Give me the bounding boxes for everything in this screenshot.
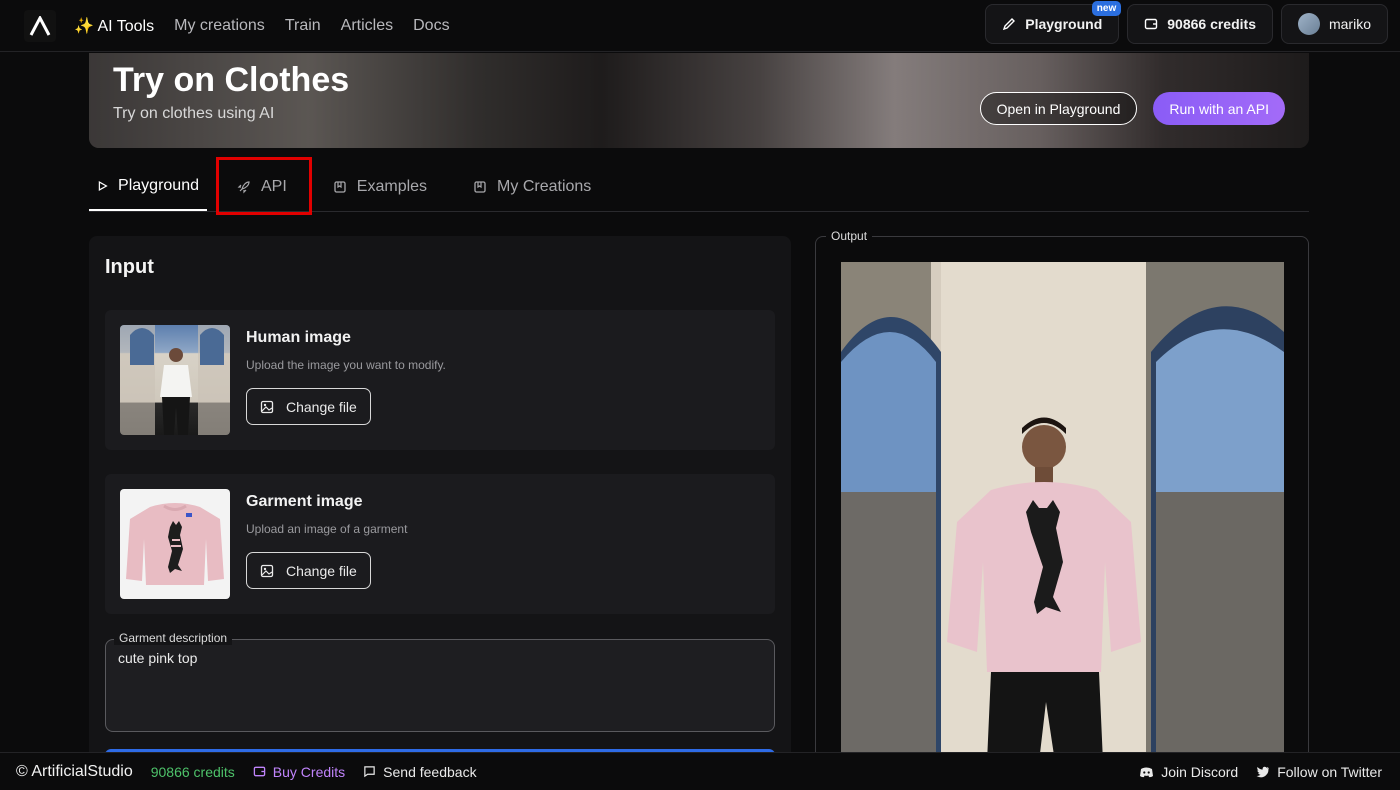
api-tab-highlight	[216, 157, 312, 215]
playground-button[interactable]: Playground new	[985, 1, 1122, 44]
human-image-title: Human image	[246, 329, 351, 346]
follow-twitter-link[interactable]: Follow on Twitter	[1256, 764, 1382, 780]
garment-image-title: Garment image	[246, 493, 363, 510]
pencil-icon	[1003, 18, 1016, 31]
footer-brand[interactable]: © ArtificialStudio	[16, 763, 133, 781]
credits-button[interactable]: 90866 credits	[1127, 4, 1273, 44]
garment-image-thumbnail[interactable]	[120, 489, 230, 599]
username: mariko	[1328, 16, 1371, 32]
image-icon	[260, 400, 274, 413]
output-label: Output	[826, 229, 873, 243]
nav-articles[interactable]: Articles	[341, 17, 393, 35]
playground-label: Playground	[1025, 16, 1103, 32]
image-icon	[260, 564, 274, 577]
buy-credits-link[interactable]: Buy Credits	[253, 764, 345, 780]
input-title: Input	[105, 256, 154, 278]
human-image-thumbnail[interactable]	[120, 325, 230, 435]
buy-credits-label: Buy Credits	[272, 763, 346, 780]
chat-icon	[364, 766, 375, 778]
human-image-desc: Upload the image you want to modify.	[246, 358, 446, 372]
tab-label: Examples	[356, 178, 428, 195]
bookmark-icon	[474, 181, 486, 193]
avatar	[1297, 13, 1320, 35]
logo-icon[interactable]	[24, 10, 56, 42]
garment-description-input[interactable]: cute pink top	[118, 650, 762, 721]
hero-banner: Try on Clothes Try on clothes using AI O…	[89, 53, 1309, 148]
wallet-icon	[253, 766, 266, 777]
bookmark-icon	[334, 181, 346, 193]
run-with-api-button[interactable]: Run with an API	[1153, 92, 1285, 125]
change-file-label: Change file	[286, 562, 357, 579]
join-discord-link[interactable]: Join Discord	[1139, 764, 1238, 780]
join-discord-label: Join Discord	[1161, 763, 1239, 780]
tab-examples[interactable]: Examples	[325, 163, 435, 211]
credits-label: 90866 credits	[1167, 16, 1256, 32]
human-image-card: Human image Upload the image you want to…	[105, 310, 775, 450]
garment-image-desc: Upload an image of a garment	[246, 522, 408, 536]
play-icon	[98, 181, 108, 191]
nav-my-creations[interactable]: My creations	[174, 17, 265, 35]
output-image[interactable]	[841, 262, 1284, 762]
top-right-actions: Playground new 90866 credits mariko	[985, 1, 1388, 44]
change-garment-file-button[interactable]: Change file	[246, 552, 371, 589]
footer-left: © ArtificialStudio 90866 credits Buy Cre…	[16, 763, 477, 781]
discord-icon	[1140, 767, 1154, 777]
open-in-playground-button[interactable]: Open in Playground	[979, 92, 1138, 125]
send-feedback-link[interactable]: Send feedback	[363, 763, 477, 780]
tab-label: Playground	[118, 177, 199, 194]
page-title: Try on Clothes	[113, 61, 350, 99]
footer-bar: © ArtificialStudio 90866 credits Buy Cre…	[0, 752, 1400, 790]
output-panel: Output	[815, 229, 1309, 766]
nav-docs[interactable]: Docs	[413, 17, 449, 35]
garment-image-card: Garment image Upload an image of a garme…	[105, 474, 775, 614]
input-panel: Input Human image Upload the image you w…	[89, 236, 791, 776]
footer-right: Join Discord Follow on Twitter	[1139, 764, 1382, 780]
hero-actions: Open in Playground Run with an API	[979, 92, 1285, 125]
footer-credits: 90866 credits	[150, 763, 235, 780]
nav-ai-tools[interactable]: ✨ AI Tools	[74, 16, 154, 36]
nav-train[interactable]: Train	[285, 17, 321, 35]
page-subtitle: Try on clothes using AI	[113, 105, 275, 122]
follow-twitter-label: Follow on Twitter	[1277, 763, 1382, 780]
twitter-icon	[1256, 766, 1270, 777]
tab-playground[interactable]: Playground	[89, 163, 207, 211]
wallet-icon	[1145, 18, 1158, 30]
user-menu-button[interactable]: mariko	[1280, 4, 1388, 44]
top-navbar: ✨ AI Tools My creations Train Articles D…	[0, 0, 1400, 52]
send-feedback-label: Send feedback	[383, 763, 477, 780]
change-file-label: Change file	[286, 398, 357, 415]
change-human-file-button[interactable]: Change file	[246, 388, 371, 425]
new-badge: new	[1091, 1, 1122, 16]
tab-my-creations[interactable]: My Creations	[465, 163, 599, 211]
garment-description-field: Garment description cute pink top	[105, 631, 775, 732]
tab-label: My Creations	[497, 178, 592, 195]
garment-description-label: Garment description	[114, 631, 233, 645]
main-nav: ✨ AI Tools My creations Train Articles D…	[74, 0, 450, 52]
